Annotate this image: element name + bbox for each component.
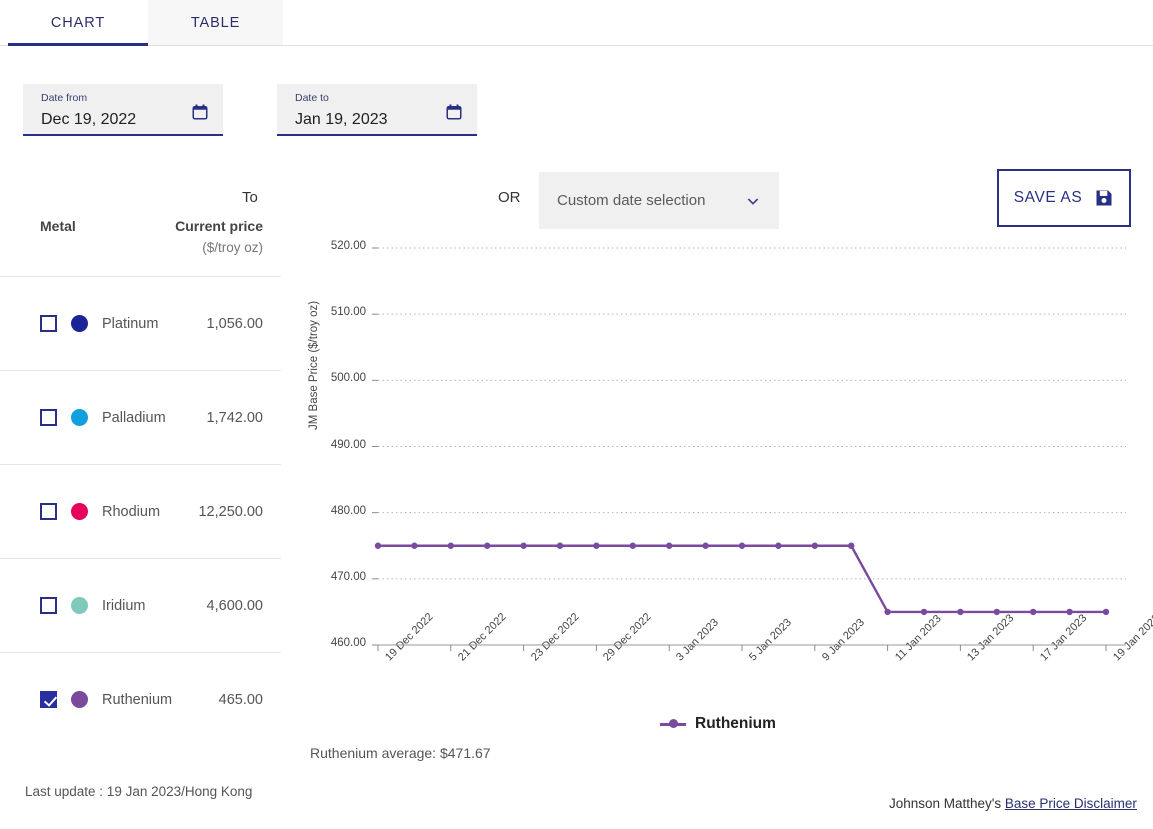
chart-data-point[interactable] bbox=[484, 543, 490, 549]
metal-row-palladium[interactable]: Palladium 1,742.00 bbox=[0, 370, 281, 464]
chart-data-point[interactable] bbox=[702, 543, 708, 549]
chart-data-point[interactable] bbox=[375, 543, 381, 549]
chevron-down-icon bbox=[745, 193, 761, 209]
metal-checkbox-platinum[interactable] bbox=[40, 315, 57, 332]
metal-row-iridium[interactable]: Iridium 4,600.00 bbox=[0, 558, 281, 652]
price-column-header: Current price bbox=[175, 218, 263, 234]
chart-data-point[interactable] bbox=[739, 543, 745, 549]
date-to-value: Jan 19, 2023 bbox=[295, 111, 467, 129]
date-to-field[interactable]: Date to Jan 19, 2023 bbox=[277, 84, 477, 136]
metal-price: 4,600.00 bbox=[207, 598, 263, 614]
date-from-value: Dec 19, 2022 bbox=[41, 111, 213, 129]
save-as-label: SAVE AS bbox=[1014, 189, 1083, 207]
metal-row-rhodium[interactable]: Rhodium 12,250.00 bbox=[0, 464, 281, 558]
floppy-save-icon bbox=[1094, 188, 1114, 208]
disclaimer-prefix: Johnson Matthey's bbox=[889, 796, 1005, 811]
chart-data-point[interactable] bbox=[957, 609, 963, 615]
metal-name: Rhodium bbox=[102, 504, 160, 520]
metal-color-swatch bbox=[71, 409, 88, 426]
chart-data-point[interactable] bbox=[775, 543, 781, 549]
legend-label-ruthenium: Ruthenium bbox=[695, 715, 776, 733]
chart-data-point[interactable] bbox=[994, 609, 1000, 615]
metal-column-header: Metal bbox=[40, 218, 76, 234]
calendar-icon[interactable] bbox=[445, 103, 463, 121]
chart-data-point[interactable] bbox=[666, 543, 672, 549]
tab-table-label: TABLE bbox=[191, 15, 240, 31]
metal-row-ruthenium[interactable]: Ruthenium 465.00 bbox=[0, 652, 281, 746]
metal-checkbox-iridium[interactable] bbox=[40, 597, 57, 614]
chart-data-point[interactable] bbox=[921, 609, 927, 615]
metal-name: Palladium bbox=[102, 410, 166, 426]
metal-checkbox-ruthenium[interactable] bbox=[40, 691, 57, 708]
tab-chart-label: CHART bbox=[51, 15, 105, 31]
chart-data-point[interactable] bbox=[812, 543, 818, 549]
chart-data-point[interactable] bbox=[1103, 609, 1109, 615]
calendar-icon[interactable] bbox=[191, 103, 209, 121]
metal-color-swatch bbox=[71, 691, 88, 708]
metal-price: 12,250.00 bbox=[198, 504, 263, 520]
average-text: Ruthenium average: $471.67 bbox=[310, 745, 491, 761]
metal-row-platinum[interactable]: Platinum 1,056.00 bbox=[0, 276, 281, 370]
chart-data-point[interactable] bbox=[520, 543, 526, 549]
metal-name: Iridium bbox=[102, 598, 146, 614]
metal-price: 1,742.00 bbox=[207, 410, 263, 426]
date-to-label: Date to bbox=[295, 92, 467, 105]
metal-price: 465.00 bbox=[219, 692, 263, 708]
base-price-disclaimer-link[interactable]: Base Price Disclaimer bbox=[1005, 796, 1137, 811]
custom-date-selection-value: Custom date selection bbox=[557, 192, 705, 209]
price-unit-header: ($/troy oz) bbox=[202, 240, 263, 255]
metal-checkbox-palladium[interactable] bbox=[40, 409, 57, 426]
chart-data-point[interactable] bbox=[848, 543, 854, 549]
metal-checkbox-rhodium[interactable] bbox=[40, 503, 57, 520]
metal-list-panel: Metal Current price ($/troy oz) Platinum… bbox=[0, 218, 281, 746]
chart-data-point[interactable] bbox=[1030, 609, 1036, 615]
date-from-label: Date from bbox=[41, 92, 213, 105]
last-update-text: Last update : 19 Jan 2023/Hong Kong bbox=[25, 784, 252, 799]
chart-plot-area bbox=[300, 210, 1153, 770]
price-chart: JM Base Price ($/troy oz) 460.00470.0048… bbox=[300, 210, 1153, 770]
date-from-field[interactable]: Date from Dec 19, 2022 bbox=[23, 84, 223, 136]
tab-chart[interactable]: CHART bbox=[8, 0, 148, 46]
chart-data-point[interactable] bbox=[557, 543, 563, 549]
metal-list-header: Metal Current price ($/troy oz) bbox=[0, 218, 281, 276]
metal-price: 1,056.00 bbox=[207, 316, 263, 332]
controls-row: Date from Dec 19, 2022 To Date to Jan 19… bbox=[0, 84, 1153, 148]
metal-color-swatch bbox=[71, 503, 88, 520]
metal-color-swatch bbox=[71, 315, 88, 332]
chart-data-point[interactable] bbox=[884, 609, 890, 615]
chart-data-point[interactable] bbox=[411, 543, 417, 549]
metal-color-swatch bbox=[71, 597, 88, 614]
legend-line-marker bbox=[660, 723, 686, 726]
chart-data-point[interactable] bbox=[630, 543, 636, 549]
to-separator-label: To bbox=[242, 189, 258, 206]
chart-data-point[interactable] bbox=[1066, 609, 1072, 615]
tab-bar: CHART TABLE bbox=[0, 0, 1153, 46]
disclaimer-text: Johnson Matthey's Base Price Disclaimer bbox=[889, 796, 1137, 811]
metal-name: Platinum bbox=[102, 316, 158, 332]
chart-data-point[interactable] bbox=[448, 543, 454, 549]
or-separator-label: OR bbox=[498, 189, 521, 206]
chart-legend[interactable]: Ruthenium bbox=[660, 715, 776, 733]
metal-name: Ruthenium bbox=[102, 692, 172, 708]
tab-table[interactable]: TABLE bbox=[148, 0, 283, 46]
chart-data-point[interactable] bbox=[593, 543, 599, 549]
